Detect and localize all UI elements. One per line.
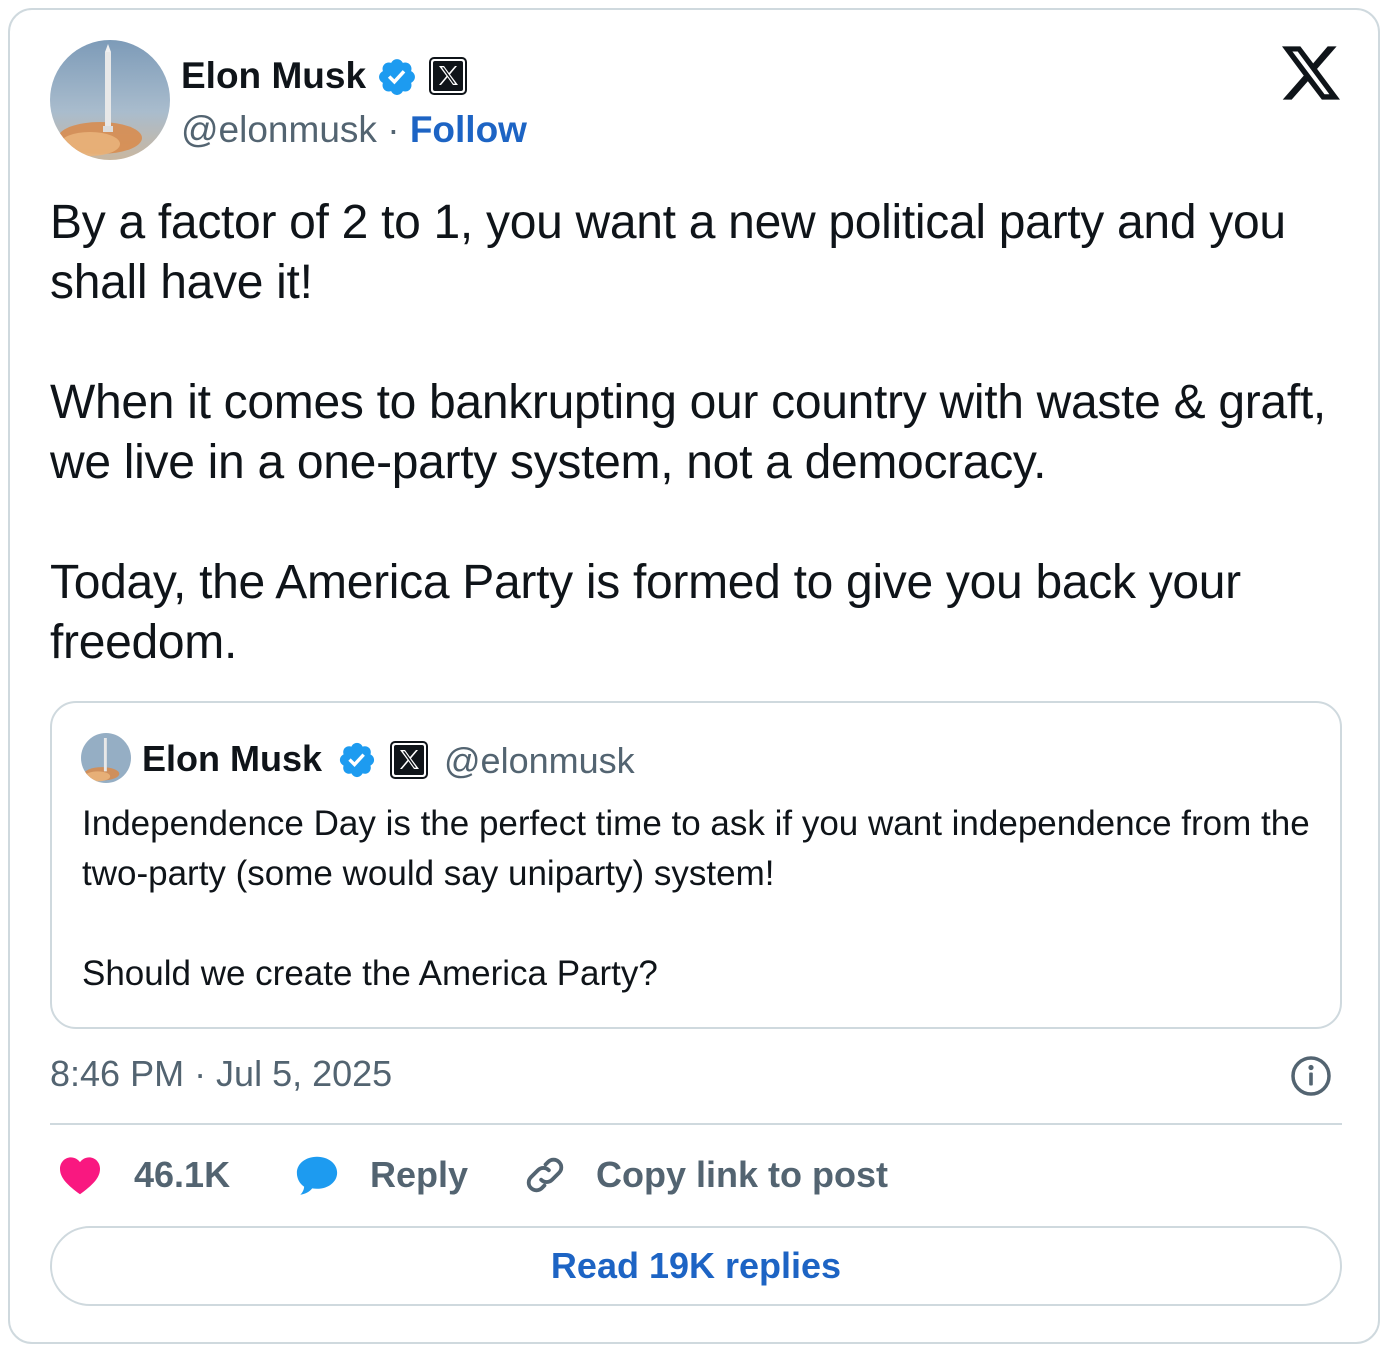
post-text: By a factor of 2 to 1, you want a new po… [50,196,1326,669]
post-timestamp[interactable]: 8:46 PM · Jul 5, 2025 [50,1052,392,1096]
copy-link-label: Copy link to post [596,1154,888,1195]
embedded-post-card: Elon Musk @elonmusk · Follow By a factor… [8,8,1380,1344]
separator: · [376,109,410,150]
quoted-post-text: Independence Day is the perfect time to … [82,804,1310,993]
quoted-author-name: Elon Musk [142,738,323,779]
quoted-x-badge-icon [390,741,428,779]
quoted-post[interactable]: Elon Musk @elonmusk Independence Day is … [50,701,1342,1029]
x-badge-icon [429,57,467,95]
author-handle-line: @elonmusk · Follow [181,108,527,152]
author-handle[interactable]: @elonmusk [181,109,377,150]
x-logo-icon[interactable] [1282,46,1340,100]
like-button[interactable]: 46.1K [58,1150,230,1200]
link-icon [526,1157,564,1193]
speech-bubble-icon [296,1156,338,1195]
reply-button[interactable]: Reply [294,1150,468,1200]
quoted-verified-badge-icon [339,742,375,778]
read-replies-button[interactable]: Read 19K replies [50,1226,1342,1306]
reply-label: Reply [370,1154,469,1195]
author-avatar[interactable] [50,40,170,160]
author-name[interactable]: Elon Musk [181,54,366,98]
read-replies-label: Read 19K replies [550,1245,842,1286]
info-icon[interactable] [1289,1054,1333,1098]
quoted-author-handle: @elonmusk [444,740,635,781]
copy-link-button[interactable]: Copy link to post [522,1150,888,1200]
verified-badge-icon [379,59,415,95]
follow-link[interactable]: Follow [410,109,527,150]
quoted-author-avatar [81,733,131,783]
heart-icon [60,1157,100,1195]
divider [50,1123,1342,1125]
like-count: 46.1K [134,1154,231,1195]
